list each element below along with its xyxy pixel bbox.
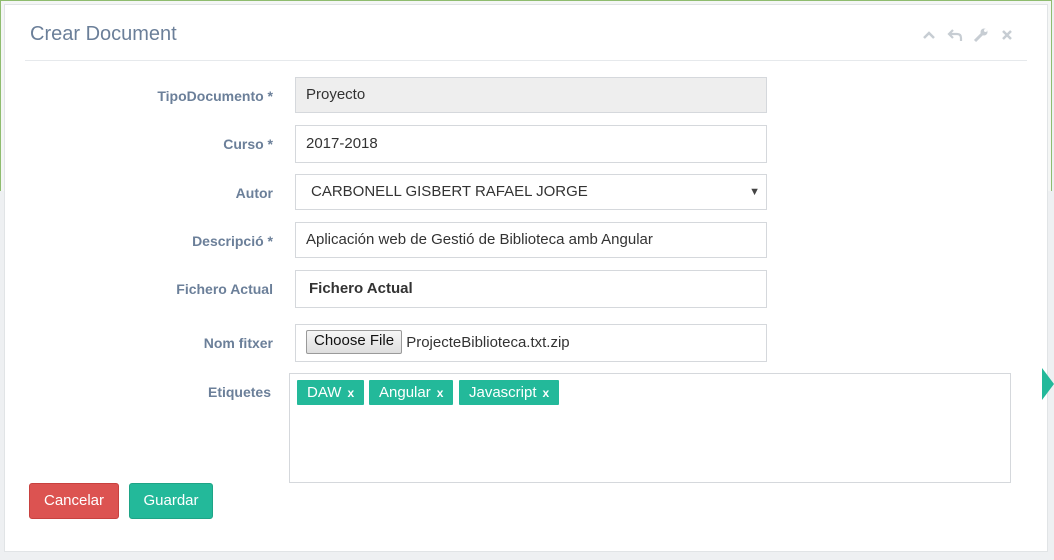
choose-file-button[interactable]: Choose File bbox=[306, 330, 403, 355]
page-title: Crear Document bbox=[30, 23, 177, 45]
nom-fitxer-label: Nom fitxer bbox=[203, 335, 273, 351]
expand-arrow-icon[interactable] bbox=[1042, 368, 1054, 400]
curso-label: Curso * bbox=[223, 136, 273, 152]
autor-selected-value: CARBONELL GISBERT RAFAEL JORGE bbox=[311, 183, 588, 200]
tag-remove-button[interactable]: x bbox=[347, 386, 354, 400]
header-tools bbox=[921, 27, 1015, 43]
selected-filename: ProjecteBiblioteca.txt.zip bbox=[406, 334, 570, 351]
tags-input[interactable]: DAW x Angular x Javascript x bbox=[289, 373, 1011, 483]
tag-label: Javascript bbox=[469, 384, 537, 401]
tipo-documento-label: TipoDocumento * bbox=[157, 88, 273, 104]
autor-label: Autor bbox=[235, 185, 273, 201]
file-input[interactable]: Choose File ProjecteBiblioteca.txt.zip bbox=[295, 324, 767, 362]
descripcio-input[interactable]: Aplicación web de Gestió de Biblioteca a… bbox=[295, 222, 767, 258]
tag-angular: Angular x bbox=[369, 380, 454, 405]
dropdown-caret-icon: ▼ bbox=[749, 186, 760, 198]
curso-input[interactable]: 2017-2018 bbox=[295, 125, 767, 163]
chevron-up-icon[interactable] bbox=[921, 27, 937, 43]
tag-label: Angular bbox=[379, 384, 431, 401]
tag-label: DAW bbox=[307, 384, 342, 401]
close-icon[interactable] bbox=[999, 27, 1015, 43]
tag-remove-button[interactable]: x bbox=[543, 386, 550, 400]
tag-remove-button[interactable]: x bbox=[437, 386, 444, 400]
autor-select[interactable]: CARBONELL GISBERT RAFAEL JORGE ▼ bbox=[295, 174, 767, 210]
fichero-actual-label: Fichero Actual bbox=[176, 281, 273, 297]
tag-javascript: Javascript x bbox=[459, 380, 560, 405]
tipo-documento-field: Proyecto bbox=[295, 77, 767, 113]
reply-icon[interactable] bbox=[947, 27, 963, 43]
create-document-modal: Crear Document TipoDocumento * Proyecto … bbox=[4, 4, 1048, 552]
tag-daw: DAW x bbox=[297, 380, 365, 405]
modal-header: Crear Document bbox=[25, 5, 1027, 61]
etiquetes-label: Etiquetes bbox=[207, 384, 271, 400]
wrench-icon[interactable] bbox=[973, 27, 989, 43]
save-button[interactable]: Guardar bbox=[129, 483, 213, 519]
fichero-actual-field: Fichero Actual bbox=[295, 270, 767, 308]
cancel-button[interactable]: Cancelar bbox=[29, 483, 119, 519]
descripcio-label: Descripció * bbox=[192, 233, 273, 249]
